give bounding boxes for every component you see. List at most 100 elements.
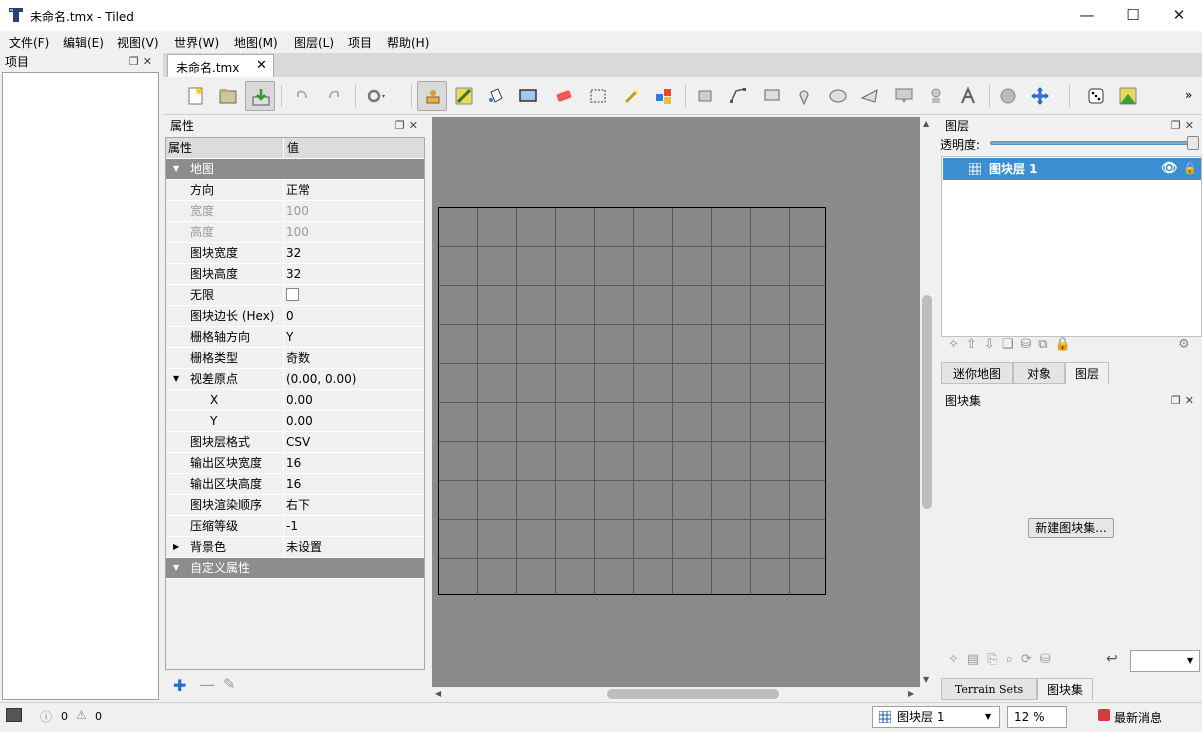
terrain-brush-tool[interactable]: [449, 81, 479, 111]
export-tileset-icon[interactable]: ⎘: [987, 652, 1005, 667]
news-button[interactable]: 最新消息: [1114, 709, 1162, 726]
tab-terrain-sets[interactable]: Terrain Sets: [941, 678, 1037, 700]
table-row[interactable]: 方向 正常: [166, 180, 424, 201]
scroll-down-icon[interactable]: ▼: [923, 675, 929, 684]
insert-template-tool[interactable]: [921, 81, 951, 111]
wang-fill-button[interactable]: [1113, 81, 1143, 111]
menu-map[interactable]: 地图(M): [234, 34, 278, 51]
edit-tileset-icon[interactable]: ⌕: [1006, 652, 1021, 667]
table-row[interactable]: 无限: [166, 285, 424, 306]
table-row[interactable]: Y 0.00: [166, 411, 424, 432]
merge-layer-icon[interactable]: ⧉: [1038, 337, 1054, 352]
current-layer-combo[interactable]: 图块层 1 ▼: [872, 706, 1000, 728]
layer-row-tile-layer[interactable]: 图块层 1 👁 🔓: [943, 158, 1201, 180]
table-row[interactable]: 图块高度 32: [166, 264, 424, 285]
group-map[interactable]: ▼ 地图: [166, 159, 424, 180]
lock-layer-icon[interactable]: 🔒: [1055, 337, 1078, 352]
insert-text-tool[interactable]: [953, 81, 983, 111]
insert-ellipse-tool[interactable]: [823, 81, 853, 111]
redo-button[interactable]: [319, 81, 349, 111]
property-value[interactable]: -1: [285, 516, 424, 536]
new-tileset-icon[interactable]: ✧: [948, 652, 967, 667]
tileset-selector[interactable]: ▼: [1130, 650, 1200, 672]
table-row[interactable]: 压缩等级 -1: [166, 516, 424, 537]
new-map-button[interactable]: [181, 81, 211, 111]
tab-tilesets[interactable]: 图块集: [1037, 678, 1093, 700]
embed-tileset-icon[interactable]: ▤: [967, 652, 987, 667]
tile-layer-grid[interactable]: [438, 207, 826, 595]
remove-property-icon[interactable]: —: [199, 675, 215, 694]
minimize-button[interactable]: —: [1064, 0, 1110, 31]
close-tab-icon[interactable]: ✕: [256, 58, 267, 73]
property-value[interactable]: 正常: [285, 180, 424, 200]
map-canvas[interactable]: [432, 117, 920, 687]
opacity-slider-handle[interactable]: [1187, 136, 1199, 150]
open-button[interactable]: [213, 81, 243, 111]
toolbar-overflow-icon[interactable]: »: [1185, 88, 1192, 102]
maximize-button[interactable]: ☐: [1110, 0, 1156, 31]
property-value[interactable]: 右下: [285, 495, 424, 515]
property-value[interactable]: 奇数: [285, 348, 424, 368]
table-row[interactable]: 图块渲染顺序 右下: [166, 495, 424, 516]
property-value[interactable]: 未设置: [285, 537, 424, 557]
menu-view[interactable]: 视图(V): [117, 34, 159, 51]
dock-float-close-icon[interactable]: ❐✕: [1171, 119, 1198, 132]
warning-icon[interactable]: ⚠: [76, 708, 87, 722]
table-row[interactable]: 图块宽度 32: [166, 243, 424, 264]
visibility-eye-icon[interactable]: 👁: [1161, 158, 1178, 180]
stamp-brush-tool[interactable]: [417, 81, 447, 111]
property-value[interactable]: 32: [285, 264, 424, 284]
duplicate-layer-icon[interactable]: ❏: [1002, 337, 1021, 352]
console-icon[interactable]: [6, 708, 22, 722]
rename-property-icon[interactable]: ✎: [223, 675, 236, 693]
menu-project[interactable]: 项目: [348, 34, 372, 51]
raise-layer-icon[interactable]: ⇧: [966, 337, 984, 352]
insert-tile-tool[interactable]: [889, 81, 919, 111]
insert-polygon-tool[interactable]: [855, 81, 885, 111]
property-value[interactable]: 16: [285, 474, 424, 494]
world-tool[interactable]: [993, 81, 1023, 111]
property-value[interactable]: CSV: [285, 432, 424, 452]
property-value[interactable]: 32: [285, 243, 424, 263]
add-property-icon[interactable]: ✚: [173, 676, 186, 695]
scroll-right-icon[interactable]: ▶: [908, 689, 914, 698]
table-row[interactable]: ▶ 背景色 未设置: [166, 537, 424, 558]
eraser-tool[interactable]: [549, 81, 579, 111]
layer-list[interactable]: 图块层 1 👁 🔓: [941, 156, 1202, 337]
project-tree[interactable]: [2, 72, 159, 700]
tab-layers[interactable]: 图层: [1065, 362, 1109, 384]
property-value[interactable]: Y: [285, 327, 424, 347]
edit-polygons-tool[interactable]: [723, 81, 753, 111]
commands-button[interactable]: [361, 81, 399, 111]
vertical-scrollbar[interactable]: ▲ ▼: [920, 117, 934, 687]
dock-float-close-icon[interactable]: ❐✕: [129, 55, 156, 68]
menu-file[interactable]: 文件(F): [9, 34, 49, 51]
menu-help[interactable]: 帮助(H): [387, 34, 429, 51]
save-button[interactable]: [245, 81, 275, 111]
infinite-checkbox[interactable]: [286, 288, 299, 301]
opacity-slider[interactable]: [990, 141, 1195, 145]
select-same-tile-tool[interactable]: [649, 81, 679, 111]
menu-edit[interactable]: 编辑(E): [63, 34, 104, 51]
layer-settings-icon[interactable]: ⚙: [1178, 337, 1190, 352]
delete-layer-icon[interactable]: ⛁: [1020, 337, 1038, 352]
table-row[interactable]: 图块边长 (Hex) 0: [166, 306, 424, 327]
new-layer-icon[interactable]: ✧: [948, 337, 966, 352]
back-arrow-icon[interactable]: ↩: [1106, 651, 1118, 667]
column-header-property[interactable]: 属性: [166, 138, 284, 158]
lower-layer-icon[interactable]: ⇩: [984, 337, 1002, 352]
new-tileset-button[interactable]: 新建图块集...: [1028, 518, 1114, 538]
shape-fill-tool[interactable]: [513, 81, 543, 111]
column-header-value[interactable]: 值: [285, 138, 424, 158]
property-value[interactable]: 0.00: [285, 411, 424, 431]
property-value[interactable]: 16: [285, 453, 424, 473]
table-row[interactable]: 输出区块高度 16: [166, 474, 424, 495]
error-icon[interactable]: ⓘ: [40, 708, 52, 725]
table-row[interactable]: 栅格轴方向 Y: [166, 327, 424, 348]
move-tool[interactable]: [1025, 81, 1055, 111]
group-custom-properties[interactable]: ▼ 自定义属性: [166, 558, 424, 579]
insert-point-tool[interactable]: [789, 81, 819, 111]
dock-float-close-icon[interactable]: ❐✕: [1171, 394, 1198, 407]
close-window-button[interactable]: ✕: [1156, 0, 1202, 31]
replace-tileset-icon[interactable]: ⟳: [1021, 652, 1040, 667]
